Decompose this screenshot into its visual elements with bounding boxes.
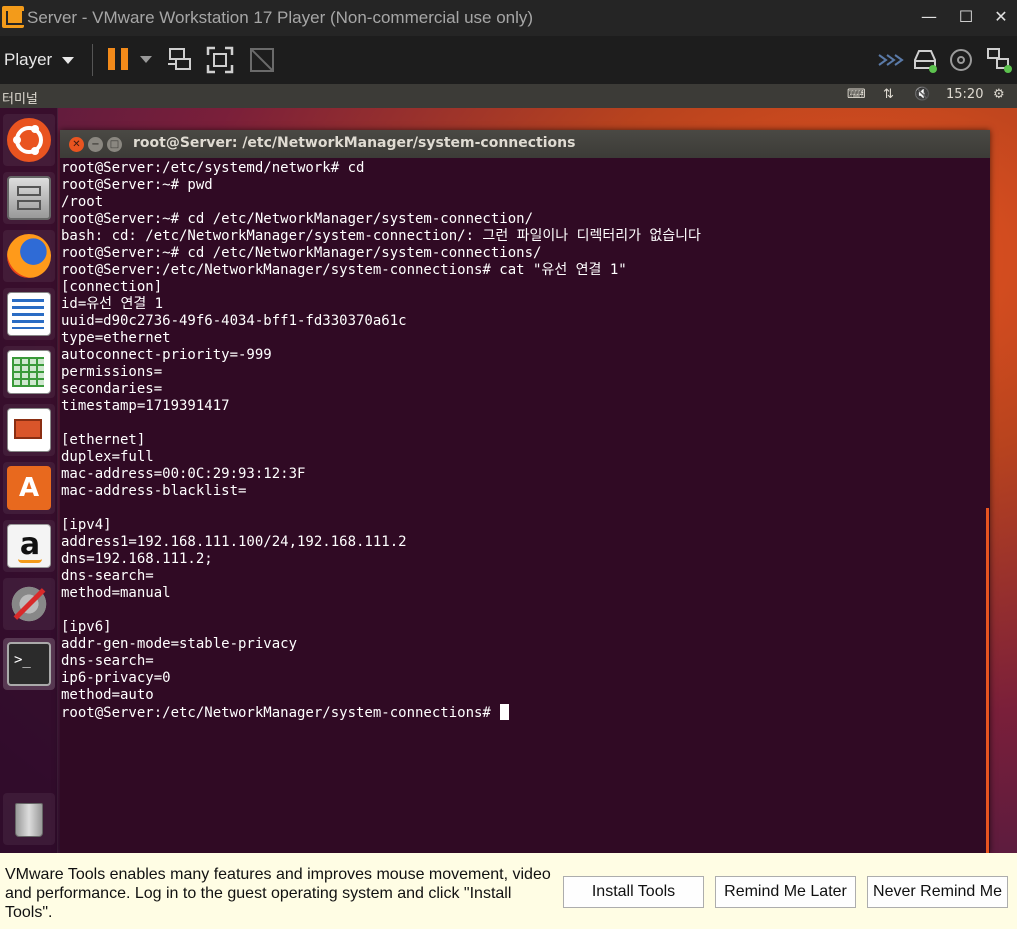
terminal-line: mac-address-blacklist= — [61, 483, 247, 499]
hard-disk-icon[interactable] — [911, 46, 939, 74]
terminal-line: root@Server:/etc/NetworkManager/system-c… — [61, 262, 627, 278]
network-icon[interactable]: ⇅ — [883, 87, 894, 102]
terminal-line: method=auto — [61, 687, 154, 703]
terminal-line: [ethernet] — [61, 432, 146, 448]
sound-muted-icon[interactable]: 🔇 — [914, 87, 930, 102]
launcher-firefox[interactable] — [3, 230, 55, 282]
never-remind-me-button[interactable]: Never Remind Me — [867, 876, 1008, 908]
file-cabinet-icon — [7, 176, 51, 220]
cd-dvd-icon[interactable] — [947, 46, 975, 74]
terminal-line: /root — [61, 194, 104, 210]
libreoffice-impress-icon — [7, 408, 51, 452]
ubuntu-logo-icon — [7, 118, 51, 162]
launcher-files[interactable] — [3, 172, 55, 224]
terminal-line: autoconnect-priority=-999 — [61, 347, 272, 363]
terminal-line: [connection] — [61, 279, 163, 295]
close-button[interactable]: ✕ — [989, 6, 1013, 28]
toolbar-divider — [92, 44, 93, 76]
pause-button[interactable] — [108, 46, 132, 74]
shell-prompt: root@Server:/etc/NetworkManager/system-c… — [61, 705, 500, 721]
shopping-bag-icon: A — [7, 466, 51, 510]
vmware-tools-message: VMware Tools enables many features and i… — [5, 866, 551, 921]
keyboard-icon[interactable]: ⌨ — [847, 87, 866, 102]
terminal-line: duplex=full — [61, 449, 154, 465]
terminal-line: timestamp=1719391417 — [61, 398, 230, 414]
launcher-writer[interactable] — [3, 288, 55, 340]
firefox-icon — [7, 234, 51, 278]
terminal-line: id=유선 연결 1 — [61, 296, 164, 312]
terminal-line: type=ethernet — [61, 330, 171, 346]
launcher-calc[interactable] — [3, 346, 55, 398]
remind-me-later-button[interactable]: Remind Me Later — [715, 876, 856, 908]
player-menu-button[interactable]: Player — [4, 46, 75, 74]
vmware-logo-icon — [2, 6, 24, 28]
terminal-prompt-line[interactable]: root@Server:/etc/NetworkManager/system-c… — [61, 704, 987, 721]
unity-mode-icon[interactable] — [248, 46, 276, 74]
terminal-output[interactable]: root@Server:/etc/systemd/network# cd roo… — [61, 158, 987, 853]
install-tools-button[interactable]: Install Tools — [563, 876, 704, 908]
launcher-amazon[interactable]: a — [3, 520, 55, 572]
terminal-maximize-button[interactable]: □ — [107, 137, 122, 152]
dash-home-button[interactable] — [3, 114, 55, 166]
terminal-icon: >_ — [7, 642, 51, 686]
full-screen-icon[interactable] — [206, 46, 234, 74]
terminal-minimize-button[interactable]: − — [88, 137, 103, 152]
terminal-line: [ipv4] — [61, 517, 112, 533]
terminal-line: root@Server:~# cd /etc/NetworkManager/sy… — [61, 245, 542, 261]
terminal-line: method=manual — [61, 585, 171, 601]
maximize-button[interactable]: ☐ — [954, 6, 978, 28]
terminal-line: [ipv6] — [61, 619, 112, 635]
terminal-line: root@Server:/etc/systemd/network# cd — [61, 160, 365, 176]
terminal-line: bash: cd: /etc/NetworkManager/system-con… — [61, 228, 701, 244]
active-app-name: 터미널 — [2, 92, 38, 107]
launcher-system-settings[interactable] — [3, 578, 55, 630]
vmware-toolbar: Player — [0, 36, 1017, 84]
amazon-icon: a — [7, 524, 51, 568]
minimize-button[interactable]: — — [917, 6, 941, 28]
settings-tools-icon — [7, 582, 51, 626]
terminal-title: root@Server: /etc/NetworkManager/system-… — [133, 135, 576, 151]
trash-icon — [7, 797, 51, 841]
libreoffice-calc-icon — [7, 350, 51, 394]
pause-options-chevron-icon[interactable] — [140, 56, 152, 63]
ubuntu-top-panel: 터미널 ⌨ ⇅ 🔇 15:20 ⚙ — [0, 84, 1017, 108]
terminal-line: address1=192.168.111.100/24,192.168.111.… — [61, 534, 407, 550]
terminal-line: addr-gen-mode=stable-privacy — [61, 636, 298, 652]
terminal-line: root@Server:~# pwd — [61, 177, 213, 193]
terminal-line: ip6-privacy=0 — [61, 670, 171, 686]
launcher-trash[interactable] — [3, 793, 55, 845]
terminal-line: dns=192.168.111.2; — [61, 551, 213, 567]
launcher-terminal[interactable]: >_ — [3, 638, 55, 690]
unity-launcher: A a >_ — [0, 108, 58, 853]
terminal-line: dns-search= — [61, 568, 154, 584]
vmware-tools-notification: VMware Tools enables many features and i… — [0, 853, 1017, 929]
clock[interactable]: 15:20 — [946, 87, 983, 102]
terminal-line: permissions= — [61, 364, 163, 380]
network-adapter-icon[interactable] — [985, 46, 1013, 74]
vmware-titlebar: Server - VMware Workstation 17 Player (N… — [0, 0, 1017, 36]
text-cursor — [500, 704, 510, 720]
libreoffice-writer-icon — [7, 292, 51, 336]
system-settings-icon[interactable]: ⚙ — [993, 87, 1005, 102]
window-title: Server - VMware Workstation 17 Player (N… — [27, 8, 534, 27]
terminal-scrollbar[interactable] — [986, 508, 989, 853]
fast-forward-icon[interactable] — [876, 46, 904, 74]
terminal-line: root@Server:~# cd /etc/NetworkManager/sy… — [61, 211, 534, 227]
launcher-software-center[interactable]: A — [3, 462, 55, 514]
terminal-line: dns-search= — [61, 653, 154, 669]
chevron-down-icon — [62, 57, 75, 65]
player-menu-label: Player — [4, 50, 53, 69]
terminal-line: mac-address=00:0C:29:93:12:3F — [61, 466, 306, 482]
terminal-close-button[interactable]: ✕ — [69, 137, 84, 152]
terminal-titlebar[interactable]: ✕ − □ root@Server: /etc/NetworkManager/s… — [60, 130, 990, 158]
terminal-line: secondaries= — [61, 381, 163, 397]
send-ctrl-alt-del-icon[interactable] — [166, 46, 194, 74]
terminal-window[interactable]: ✕ − □ root@Server: /etc/NetworkManager/s… — [60, 130, 990, 853]
terminal-line: uuid=d90c2736-49f6-4034-bff1-fd330370a61… — [61, 313, 407, 329]
launcher-impress[interactable] — [3, 404, 55, 456]
